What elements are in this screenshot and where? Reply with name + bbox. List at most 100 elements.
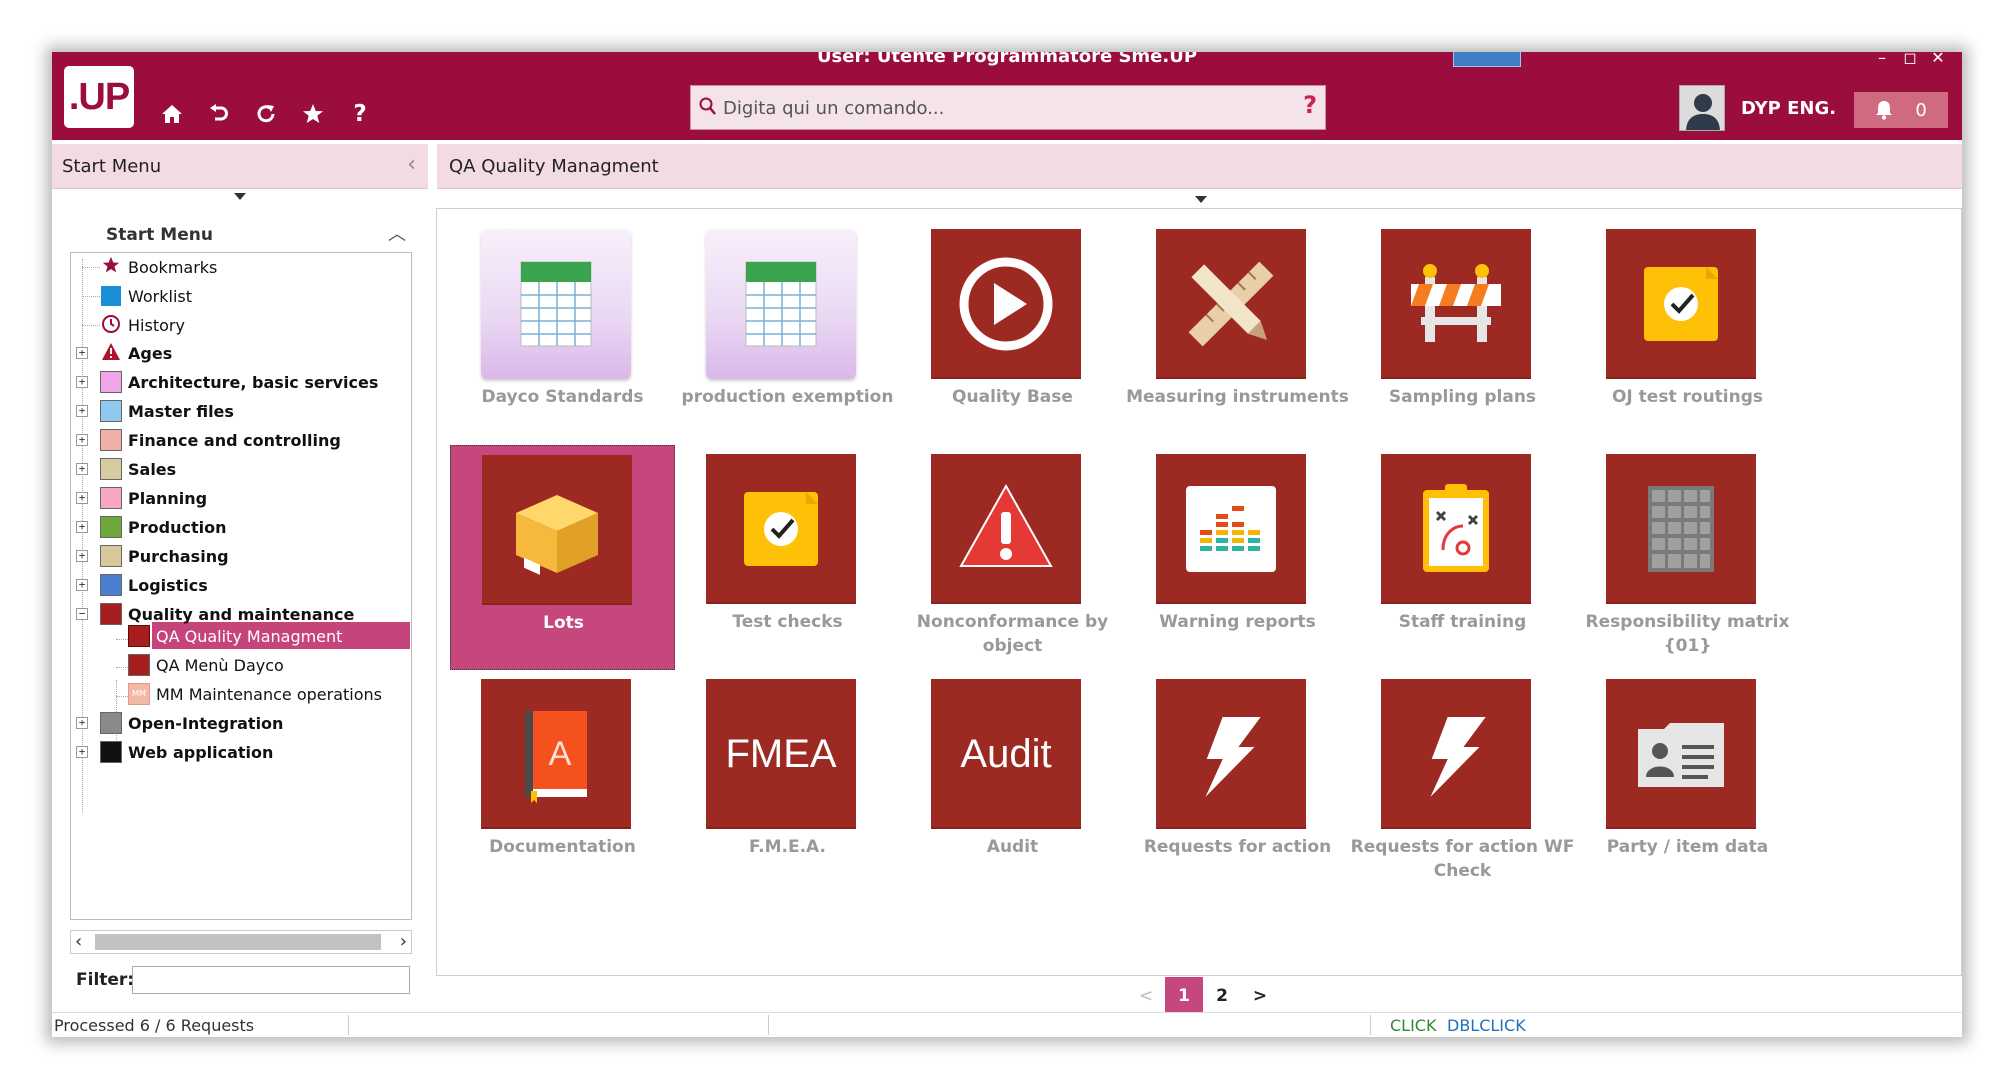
tile-dayco-standards[interactable]: Dayco Standards xyxy=(450,220,675,445)
undo-icon xyxy=(210,104,228,121)
maintenance-badge-icon: MM xyxy=(128,683,150,705)
user-avatar[interactable] xyxy=(1679,85,1725,131)
spreadsheet-icon xyxy=(706,229,856,379)
tree-item-logistics[interactable]: Logistics xyxy=(100,572,208,598)
tree-item-planning[interactable]: Planning xyxy=(100,485,207,511)
expand-toggle[interactable]: + xyxy=(76,579,88,591)
status-dblclick: DBLCLICK xyxy=(1447,1016,1526,1035)
expand-toggle[interactable]: + xyxy=(76,746,88,758)
tile-documentation[interactable]: A Documentation xyxy=(450,670,675,895)
collapse-toggle[interactable]: − xyxy=(76,608,88,620)
tree-item-worklist[interactable]: Worklist xyxy=(100,283,192,309)
tree-item-label: Quality and maintenance xyxy=(128,604,355,624)
tile-warning-reports[interactable]: Warning reports xyxy=(1125,445,1350,670)
tile-sampling-plans[interactable]: Sampling plans xyxy=(1350,220,1575,445)
tree-item-label: History xyxy=(128,315,185,335)
tree-horizontal-scrollbar[interactable]: ‹ › xyxy=(70,930,412,954)
status-divider xyxy=(348,1015,349,1035)
tile-requests-for-action-wf[interactable]: Requests for action WF Check xyxy=(1350,670,1575,895)
folder-color-swatch xyxy=(100,400,122,422)
tree-line xyxy=(82,259,83,813)
notifications-button[interactable]: 0 xyxy=(1854,92,1948,128)
user-name[interactable]: DYP ENG. xyxy=(1741,98,1836,119)
command-box[interactable]: ? xyxy=(690,85,1326,130)
expand-toggle[interactable]: + xyxy=(76,550,88,562)
tile-nonconformance[interactable]: Nonconformance by object xyxy=(900,445,1125,670)
filter-input[interactable] xyxy=(132,966,410,994)
worklist-icon xyxy=(100,285,122,307)
page-button-2[interactable]: 2 xyxy=(1203,977,1241,1015)
tile-requests-for-action[interactable]: Requests for action xyxy=(1125,670,1350,895)
expand-toggle[interactable]: + xyxy=(76,405,88,417)
minimize-button[interactable]: – xyxy=(1870,52,1894,67)
close-button[interactable]: ✕ xyxy=(1926,52,1950,67)
tile-quality-base[interactable]: Quality Base xyxy=(900,220,1125,445)
tree-item-master-files[interactable]: Master files xyxy=(100,398,234,424)
folder-color-swatch xyxy=(100,603,122,625)
tile-production-exemption[interactable]: production exemption xyxy=(675,220,900,445)
tree-item-qa-quality-managment[interactable]: QA Quality Managment xyxy=(128,623,342,649)
expand-toggle[interactable]: + xyxy=(76,521,88,533)
tile-measuring-instruments[interactable]: Measuring instruments xyxy=(1125,220,1350,445)
tile-label: Dayco Standards xyxy=(481,387,644,407)
tree-item-qa-menu-dayco[interactable]: QA Menù Dayco xyxy=(128,652,284,678)
tile-responsibility-matrix[interactable]: Responsibility matrix {01} xyxy=(1575,445,1800,670)
favorites-button[interactable] xyxy=(297,98,329,130)
expand-toggle[interactable]: + xyxy=(76,434,88,446)
clock-icon xyxy=(100,314,122,336)
tile-label: Warning reports xyxy=(1159,612,1316,632)
collapse-tree-button[interactable]: ︿ xyxy=(388,220,406,246)
tree-item-sales[interactable]: Sales xyxy=(100,456,176,482)
tile-oj-test-routings[interactable]: OJ test routings xyxy=(1575,220,1800,445)
tile-staff-training[interactable]: Staff training xyxy=(1350,445,1575,670)
tile-label: Responsibility matrix {01} xyxy=(1585,612,1790,656)
help-button[interactable]: ? xyxy=(344,98,376,130)
tile-lots[interactable]: Lots xyxy=(450,445,675,670)
tile-party-item-data[interactable]: Party / item data xyxy=(1575,670,1800,895)
scrollbar-thumb[interactable] xyxy=(95,934,381,950)
tree-item-label: Production xyxy=(128,517,227,537)
equalizer-icon xyxy=(1156,454,1306,604)
tree-item-finance[interactable]: Finance and controlling xyxy=(100,427,341,453)
undo-button[interactable] xyxy=(203,98,235,130)
tile-label: Sampling plans xyxy=(1388,387,1537,407)
tree-item-production[interactable]: Production xyxy=(100,514,226,540)
scroll-left-icon[interactable]: ‹ xyxy=(75,931,82,952)
expand-toggle[interactable]: + xyxy=(76,347,88,359)
tree-item-label: QA Quality Managment xyxy=(156,626,343,646)
expand-toggle[interactable]: + xyxy=(76,717,88,729)
tree-item-mm-maintenance[interactable]: MM MM Maintenance operations xyxy=(128,681,382,707)
scroll-right-icon[interactable]: › xyxy=(400,931,407,952)
tree-item-purchasing[interactable]: Purchasing xyxy=(100,543,229,569)
audit-glyph: Audit xyxy=(960,731,1052,776)
tree-item-open-integration[interactable]: Open-Integration xyxy=(100,710,283,736)
home-button[interactable] xyxy=(156,98,188,130)
bell-icon xyxy=(1876,101,1893,120)
search-icon xyxy=(699,97,716,115)
expand-toggle[interactable]: + xyxy=(76,492,88,504)
tree-line xyxy=(82,267,100,268)
tree-item-ages[interactable]: Ages xyxy=(100,340,172,366)
collapse-panel-button[interactable]: ‹ xyxy=(407,152,416,177)
tree-item-bookmarks[interactable]: Bookmarks xyxy=(100,254,217,280)
command-help-button[interactable]: ? xyxy=(1303,91,1317,119)
tile-audit[interactable]: Audit Audit xyxy=(900,670,1125,895)
tile-fmea[interactable]: FMEA F.M.E.A. xyxy=(675,670,900,895)
tile-test-checks[interactable]: Test checks xyxy=(675,445,900,670)
command-input[interactable] xyxy=(723,92,1283,124)
tree-item-label: QA Menù Dayco xyxy=(156,655,284,675)
user-icon xyxy=(1686,94,1720,130)
tree-item-web-application[interactable]: Web application xyxy=(100,739,273,765)
left-dropdown-caret[interactable] xyxy=(234,193,246,200)
refresh-button[interactable] xyxy=(250,98,282,130)
expand-toggle[interactable]: + xyxy=(76,376,88,388)
maximize-button[interactable]: ◻ xyxy=(1898,52,1922,67)
tile-grid: Dayco Standards production exemption Qua… xyxy=(436,208,1962,976)
tree-item-architecture[interactable]: Architecture, basic services xyxy=(100,369,378,395)
tree-item-history[interactable]: History xyxy=(100,312,185,338)
next-page-button[interactable]: > xyxy=(1241,977,1279,1015)
page-button-1[interactable]: 1 xyxy=(1165,977,1203,1015)
main-dropdown-caret[interactable] xyxy=(1195,196,1207,203)
prev-page-button[interactable]: < xyxy=(1127,977,1165,1015)
expand-toggle[interactable]: + xyxy=(76,463,88,475)
